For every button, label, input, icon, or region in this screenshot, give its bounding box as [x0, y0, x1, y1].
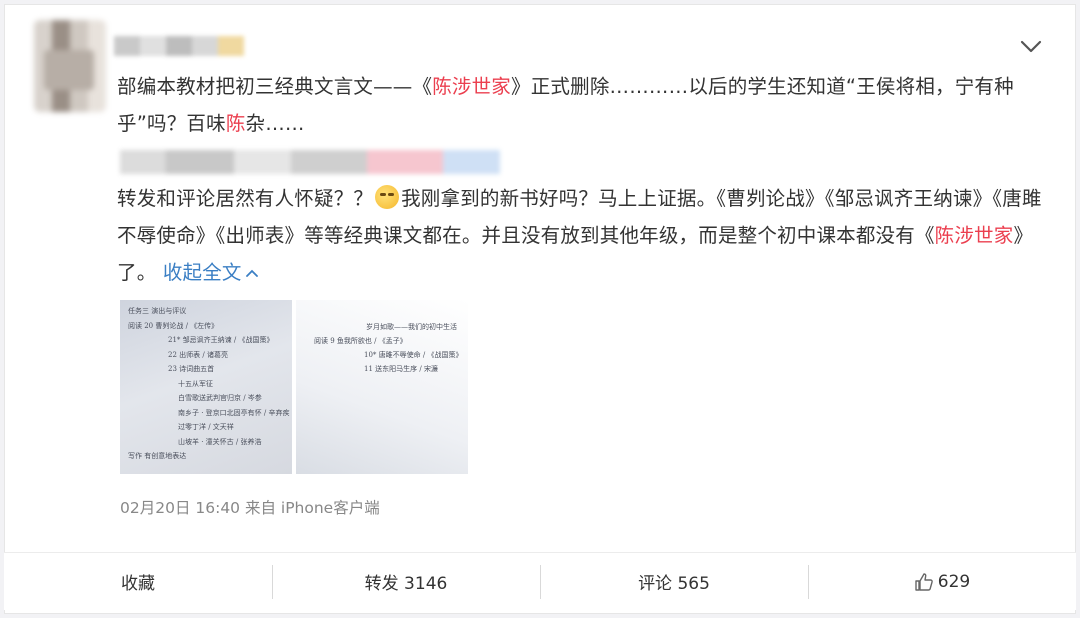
highlight-keyword: 陈涉世家	[934, 224, 1014, 247]
comment-label: 评论 565	[638, 574, 710, 594]
favorite-button[interactable]: 收藏	[4, 553, 272, 610]
photo-text-line: 阅读 20 曹刿论战 / 《左传》	[128, 321, 219, 330]
action-bar: 收藏 转发 3146 评论 565 629	[4, 552, 1076, 610]
post-text-paragraph-1: 部编本教材把初三经典文言文——《陈涉世家》正式删除…………以后的学生还知道“王侯…	[117, 68, 1017, 142]
photo-text-line: 21* 邹忌讽齐王纳谏 / 《战国策》	[168, 336, 274, 344]
photo-text-line: 写作 有创意地表达	[128, 452, 187, 460]
photo-text-line: 任务三 演出与评议	[128, 307, 187, 315]
thinking-emoji-icon	[375, 185, 400, 209]
photo-text-line: 22 出师表 / 诸葛亮	[168, 350, 228, 359]
mention-blurred[interactable]	[120, 150, 500, 174]
repost-button[interactable]: 转发 3146	[272, 553, 540, 610]
like-button[interactable]: 629	[808, 553, 1076, 610]
post-text-paragraph-2: 转发和评论居然有人怀疑？？ 我刚拿到的新书好吗？马上上证据。《曹刿论战》《邹忌讽齐…	[117, 180, 1057, 291]
photo-text-line: 10* 唐雎不辱使命 / 《战国策》	[364, 351, 463, 359]
thumbs-up-icon	[915, 572, 933, 591]
photo-text-line: 阅读 9 鱼我所欲也 / 《孟子》	[314, 337, 407, 345]
photo-text-line: 岁月如歌——我们的初中生活	[366, 323, 457, 331]
favorite-label: 收藏	[121, 574, 155, 594]
post-text: 杂……	[245, 112, 305, 135]
chevron-down-icon[interactable]	[1018, 36, 1044, 56]
chevron-up-icon	[245, 269, 258, 277]
like-count: 629	[937, 571, 971, 592]
photo-text-line: 南乡子 · 登京口北固亭有怀 / 辛弃疾	[178, 408, 290, 417]
textbook-photo-2[interactable]: 岁月如歌——我们的初中生活阅读 9 鱼我所欲也 / 《孟子》 10* 唐雎不辱使命…	[296, 300, 468, 474]
post-timestamp-source: 02月20日 16:40 来自 iPhone客户端	[120, 499, 380, 517]
collapse-link-label: 收起全文	[162, 261, 242, 284]
photo-text-line: 白雪歌送武判官归京 / 岑参	[178, 394, 262, 402]
photo-text-line: 23 诗词曲五首	[168, 365, 215, 373]
username-blurred[interactable]	[114, 36, 244, 56]
photo-text-line: 11 送东阳马生序 / 宋濂	[364, 365, 438, 373]
photo-text-line: 十五从军征	[178, 379, 213, 388]
photo-text-line: 过零丁洋 / 文天祥	[178, 423, 234, 431]
textbook-photo-1[interactable]: 任务三 演出与评议阅读 20 曹刿论战 / 《左传》 21* 邹忌讽齐王纳谏 / …	[120, 300, 292, 474]
photo-text-line: 山坡羊 · 潼关怀古 / 张养浩	[178, 437, 262, 446]
collapse-full-text-link[interactable]: 收起全文	[163, 261, 259, 284]
highlight-keyword: 陈	[225, 112, 246, 135]
repost-label: 转发 3146	[364, 574, 448, 594]
avatar[interactable]	[34, 20, 106, 112]
highlight-keyword: 陈涉世家	[432, 75, 512, 98]
post-text: 转发和评论居然有人怀疑？？	[117, 187, 374, 210]
post-text: 部编本教材把初三经典文言文——《	[117, 75, 433, 98]
comment-button[interactable]: 评论 565	[540, 553, 808, 610]
